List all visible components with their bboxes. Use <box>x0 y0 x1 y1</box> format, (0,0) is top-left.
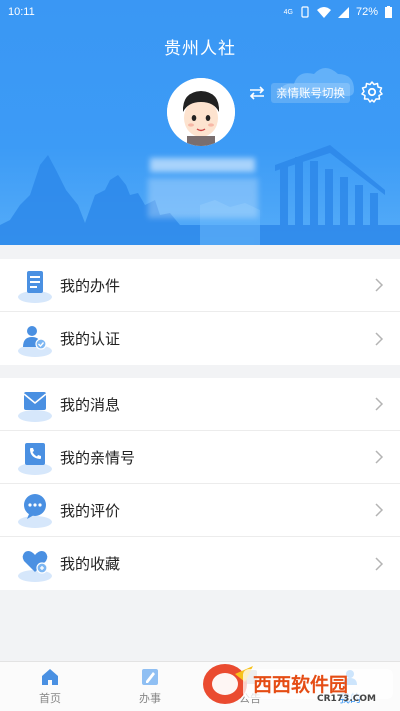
wifi-icon <box>316 6 331 18</box>
watermark-url: CR173.COM <box>317 694 376 704</box>
profile-header: 贵州人社 亲情账号切换 <box>0 0 400 245</box>
chevron-right-icon <box>375 397 384 411</box>
menu-item-label: 我的评价 <box>60 502 121 520</box>
account-switch-button[interactable]: 亲情账号切换 <box>248 82 350 104</box>
avatar-image <box>167 78 235 146</box>
document-icon <box>18 271 52 303</box>
edit-icon <box>142 669 158 685</box>
chevron-right-icon <box>375 556 384 571</box>
vibrate-icon <box>301 6 309 18</box>
status-bar: 10:11 4G 72% <box>0 0 400 24</box>
chevron-right-icon <box>375 331 384 346</box>
phone-book-icon <box>18 443 52 475</box>
user-id-masked <box>148 178 258 218</box>
chevron-right-icon <box>375 450 384 464</box>
menu-group-affairs: 我的办件 我的认证 <box>0 259 400 365</box>
menu-item-label: 我的收藏 <box>60 556 121 573</box>
chevron-right-icon <box>375 503 384 517</box>
tab-services[interactable]: 办事 <box>100 662 200 711</box>
mail-icon <box>18 392 52 422</box>
tab-label: 首页 <box>39 693 61 705</box>
site-watermark: 西西软件园 CR173.COM <box>195 660 400 711</box>
menu-item-my-messages[interactable]: 我的消息 <box>0 378 400 431</box>
chat-bubble-icon <box>18 494 52 528</box>
avatar[interactable] <box>167 78 235 146</box>
chevron-right-icon <box>375 278 384 292</box>
watermark-brand: 西西软件园 <box>253 674 349 696</box>
battery-icon <box>385 6 392 18</box>
settings-gear-icon[interactable] <box>360 80 384 104</box>
menu-item-my-reviews[interactable]: 我的评价 <box>0 484 400 537</box>
menu-item-my-family-account[interactable]: 我的亲情号 <box>0 431 400 484</box>
tab-home[interactable]: 首页 <box>0 662 100 711</box>
menu-item-my-cases[interactable]: 我的办件 <box>0 259 400 312</box>
menu-item-label: 我的办件 <box>60 277 121 295</box>
signal-icon <box>337 6 349 18</box>
status-time: 10:11 <box>8 6 35 18</box>
menu-item-label: 我的消息 <box>60 396 121 414</box>
account-switch-label: 亲情账号切换 <box>271 83 350 103</box>
menu-item-label: 我的亲情号 <box>60 449 136 467</box>
menu-item-label: 我的认证 <box>60 331 121 348</box>
home-icon <box>42 669 58 685</box>
menu-item-my-favorites[interactable]: 我的收藏 <box>0 537 400 590</box>
menu-item-my-verification[interactable]: 我的认证 <box>0 312 400 365</box>
network-type: 4G <box>283 8 293 16</box>
app-title: 贵州人社 <box>164 39 236 58</box>
battery-percent: 72% <box>355 6 378 18</box>
switch-arrows-icon <box>249 86 265 100</box>
tab-label: 办事 <box>139 693 161 705</box>
user-verified-icon <box>18 325 52 357</box>
user-name-masked <box>150 158 255 172</box>
heart-icon <box>18 550 52 582</box>
menu-group-personal: 我的消息 我的亲情号 我的评价 我的收藏 <box>0 378 400 590</box>
